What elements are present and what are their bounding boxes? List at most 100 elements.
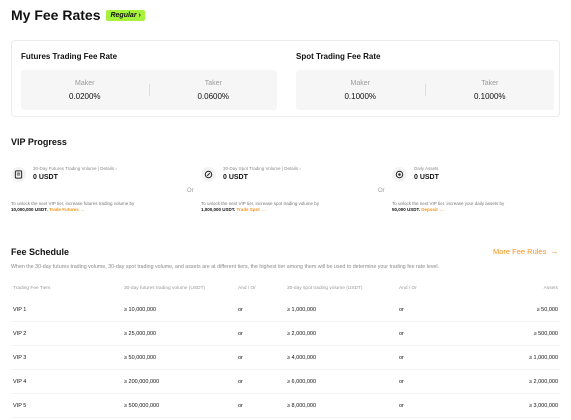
spot-desc-text: To unlock the next VIP tier, increase sp… xyxy=(201,201,319,206)
operator-cell: or xyxy=(399,378,404,385)
daily-assets-icon xyxy=(392,167,407,182)
spot-volume-cell: ≥ 8,000,000 xyxy=(287,402,317,409)
spot-fee-rate: Spot Trading Fee Rate Maker 0.1000% Take… xyxy=(296,41,554,118)
more-fee-rules-label: More Fee Rules xyxy=(493,247,547,256)
arrow-right-icon: → xyxy=(550,247,559,256)
vip-daily-assets: Daily Assets 0 USDT To unlock the next V… xyxy=(392,166,562,213)
operator-cell: or xyxy=(238,306,243,313)
more-fee-rules-link[interactable]: More Fee Rules → xyxy=(493,247,558,256)
column-header: And / Or xyxy=(399,285,417,291)
column-header: 30-day spot trading volume (USDT) xyxy=(287,285,363,291)
futures-maker: Maker 0.0200% xyxy=(21,70,149,110)
tier-cell: VIP 1 xyxy=(13,306,27,313)
daily-assets-label: Daily Assets xyxy=(414,166,439,171)
futures-fee-rate-box: Maker 0.0200% Taker 0.0600% xyxy=(21,70,277,110)
futures-volume-icon xyxy=(11,167,26,182)
spot-volume-icon xyxy=(201,167,216,182)
spot-taker-label: Taker xyxy=(481,79,499,87)
spot-maker: Maker 0.1000% xyxy=(296,70,425,110)
spot-fee-rate-box: Maker 0.1000% Taker 0.1000% xyxy=(296,70,554,110)
spot-volume-label-row: 30-Day Spot Trading Volume | Details › xyxy=(223,166,301,171)
futures-taker: Taker 0.0600% xyxy=(150,70,278,110)
operator-cell: or xyxy=(238,354,243,361)
vip-futures-volume: 30-Day Futures Trading Volume | Details … xyxy=(11,166,181,213)
spot-volume-cell: ≥ 2,000,000 xyxy=(287,330,317,337)
tier-cell: VIP 5 xyxy=(13,402,27,409)
deposit-link[interactable]: Deposit → xyxy=(421,207,443,212)
futures-fee-rate-title: Futures Trading Fee Rate xyxy=(21,52,118,61)
tier-cell: VIP 4 xyxy=(13,378,27,385)
spot-taker: Taker 0.1000% xyxy=(426,70,555,110)
vip-progress-title: VIP Progress xyxy=(11,137,67,147)
trade-spot-link[interactable]: Trade Spot → xyxy=(237,207,266,212)
operator-cell: or xyxy=(399,330,404,337)
operator-cell: or xyxy=(238,378,243,385)
futures-volume-label: 30-Day Futures Trading Volume xyxy=(33,166,97,171)
assets-cell: ≥ 3,000,000 xyxy=(528,402,558,409)
assets-cell: ≥ 1,000,000 xyxy=(528,354,558,361)
fee-schedule-table: Trading Fee Tiers 30-day futures trading… xyxy=(11,278,560,418)
tier-cell: VIP 3 xyxy=(13,354,27,361)
futures-volume-description: To unlock the next VIP tier, increase fu… xyxy=(11,201,181,213)
assets-cell: ≥ 50,000 xyxy=(536,306,558,313)
spot-fee-rate-title: Spot Trading Fee Rate xyxy=(296,52,381,61)
futures-fee-rate: Futures Trading Fee Rate Maker 0.0200% T… xyxy=(21,41,277,118)
fee-rates-card: Futures Trading Fee Rate Maker 0.0200% T… xyxy=(11,40,560,117)
or-separator: Or xyxy=(378,188,385,194)
operator-cell: or xyxy=(238,402,243,409)
page-title: My Fee Rates xyxy=(11,7,101,23)
futures-maker-value: 0.0200% xyxy=(68,91,101,101)
tier-badge[interactable]: Regular › xyxy=(106,9,145,21)
spot-volume-cell: ≥ 4,000,000 xyxy=(287,354,317,361)
spot-volume-cell: ≥ 6,000,000 xyxy=(287,378,317,385)
column-header: And / Or xyxy=(238,285,256,291)
futures-volume-cell: ≥ 25,000,000 xyxy=(124,330,157,337)
operator-cell: or xyxy=(399,306,404,313)
arrow-right-icon: → xyxy=(261,207,266,212)
column-header: Trading Fee Tiers xyxy=(13,285,51,291)
futures-volume-value: 0 USDT xyxy=(33,174,58,181)
table-row: VIP 4 ≥ 200,000,000 or ≥ 6,000,000 or ≥ … xyxy=(11,370,560,394)
futures-volume-label-row: 30-Day Futures Trading Volume | Details … xyxy=(33,166,117,171)
table-row: VIP 5 ≥ 500,000,000 or ≥ 8,000,000 or ≥ … xyxy=(11,394,560,418)
spot-volume-value: 0 USDT xyxy=(223,174,248,181)
assets-cell: ≥ 2,000,000 xyxy=(528,378,558,385)
spot-volume-cell: ≥ 1,000,000 xyxy=(287,306,317,313)
column-header: Assets xyxy=(543,285,558,291)
spot-volume-details-link[interactable]: Details xyxy=(284,166,298,171)
futures-volume-cell: ≥ 500,000,000 xyxy=(124,402,160,409)
tier-badge-label: Regular xyxy=(110,11,137,19)
assets-desc-text: To unlock the next VIP tier, increase yo… xyxy=(392,201,505,206)
arrow-right-icon: → xyxy=(439,207,444,212)
futures-desc-text: To unlock the next VIP tier, increase fu… xyxy=(11,201,135,206)
page-header: My Fee Rates Regular › xyxy=(11,7,145,23)
futures-desc-amount: 10,000,000 USDT. xyxy=(11,207,48,212)
operator-cell: or xyxy=(238,330,243,337)
table-row: VIP 2 ≥ 25,000,000 or ≥ 2,000,000 or ≥ 5… xyxy=(11,322,560,346)
table-row: VIP 3 ≥ 50,000,000 or ≥ 4,000,000 or ≥ 1… xyxy=(11,346,560,370)
spot-taker-value: 0.1000% xyxy=(473,91,506,101)
futures-taker-value: 0.0600% xyxy=(197,91,230,101)
futures-volume-details-link[interactable]: Details xyxy=(100,166,114,171)
daily-assets-value: 0 USDT xyxy=(414,174,439,181)
trade-futures-link[interactable]: Trade Futures → xyxy=(49,207,85,212)
column-header: 30-day futures trading volume (USDT) xyxy=(124,285,206,291)
chevron-right-icon: › xyxy=(299,166,301,171)
assets-cell: ≥ 500,000 xyxy=(533,330,558,337)
assets-desc-amount: 50,000 USDT. xyxy=(392,207,421,212)
table-header: Trading Fee Tiers 30-day futures trading… xyxy=(11,278,560,298)
vip-spot-volume: 30-Day Spot Trading Volume | Details › 0… xyxy=(201,166,371,213)
fee-schedule-title: Fee Schedule xyxy=(11,247,70,257)
table-row: VIP 1 ≥ 10,000,000 or ≥ 1,000,000 or ≥ 5… xyxy=(11,298,560,322)
spot-volume-description: To unlock the next VIP tier, increase sp… xyxy=(201,201,371,213)
spot-volume-label: 30-Day Spot Trading Volume xyxy=(223,166,281,171)
chevron-right-icon: › xyxy=(115,166,117,171)
futures-maker-label: Maker xyxy=(75,79,95,87)
futures-volume-cell: ≥ 10,000,000 xyxy=(124,306,157,313)
daily-assets-description: To unlock the next VIP tier, increase yo… xyxy=(392,201,562,213)
futures-volume-cell: ≥ 50,000,000 xyxy=(124,354,157,361)
operator-cell: or xyxy=(399,402,404,409)
fee-schedule-description: When the 30-day futures trading volume, … xyxy=(11,264,440,270)
futures-taker-label: Taker xyxy=(204,79,222,87)
or-separator: Or xyxy=(187,188,194,194)
